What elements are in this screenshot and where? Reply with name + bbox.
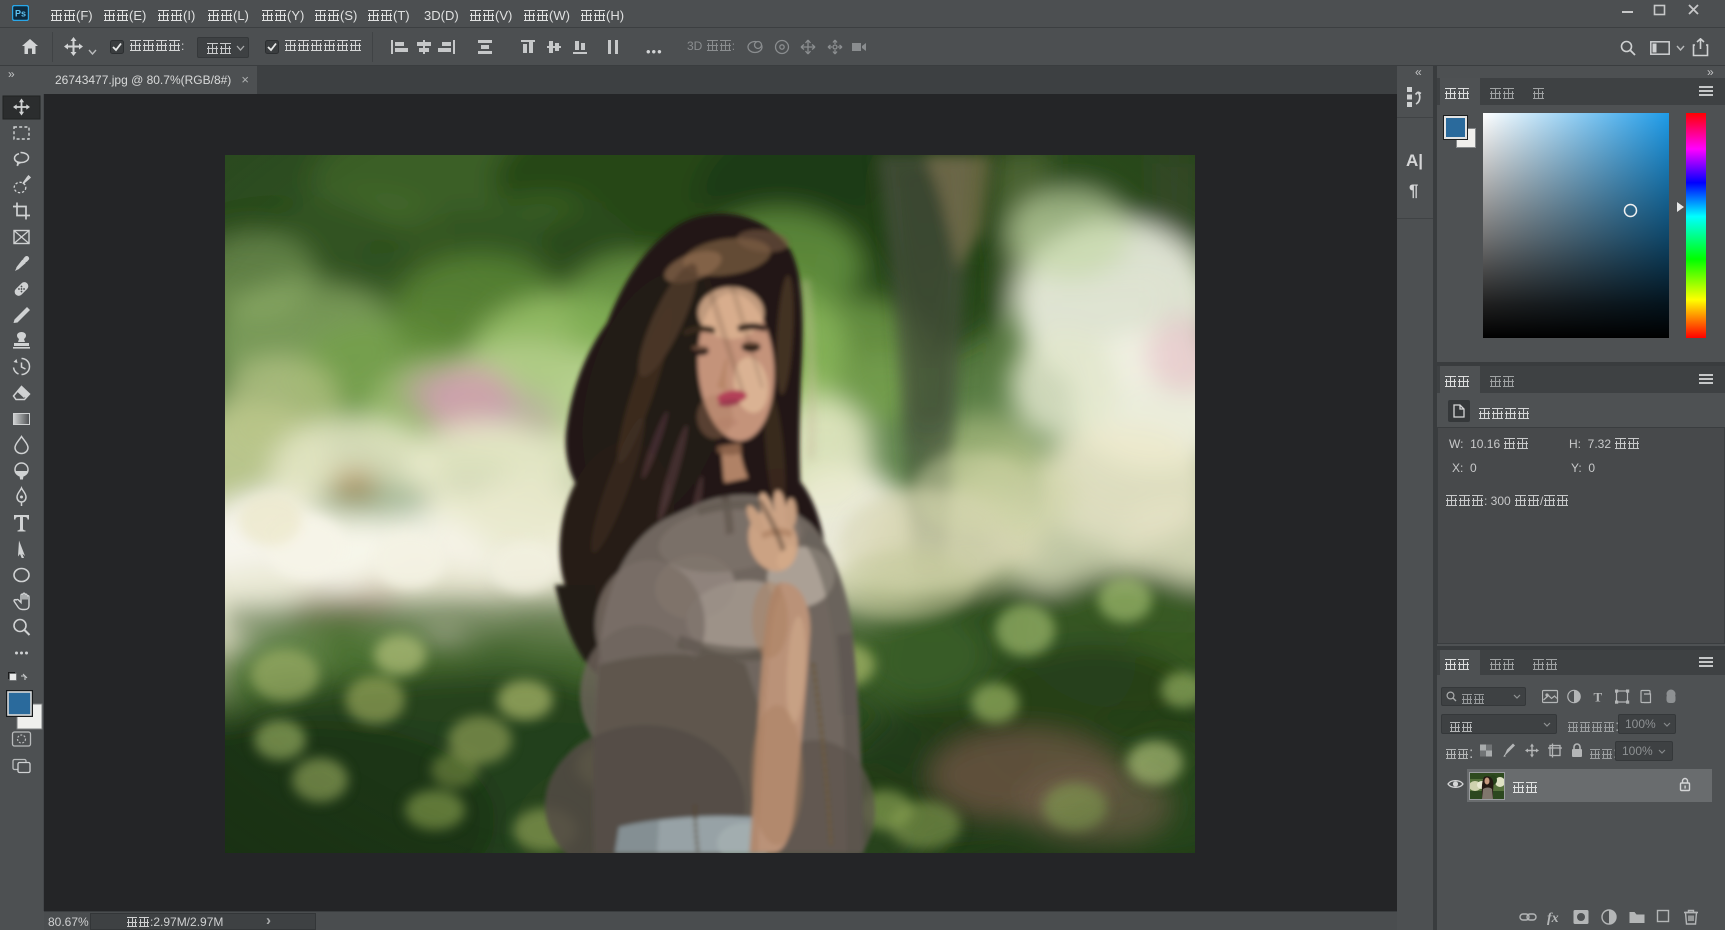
svg-text:Ps: Ps xyxy=(15,9,26,19)
svg-text:fx: fx xyxy=(1547,911,1559,926)
svg-text:T: T xyxy=(1594,690,1603,705)
